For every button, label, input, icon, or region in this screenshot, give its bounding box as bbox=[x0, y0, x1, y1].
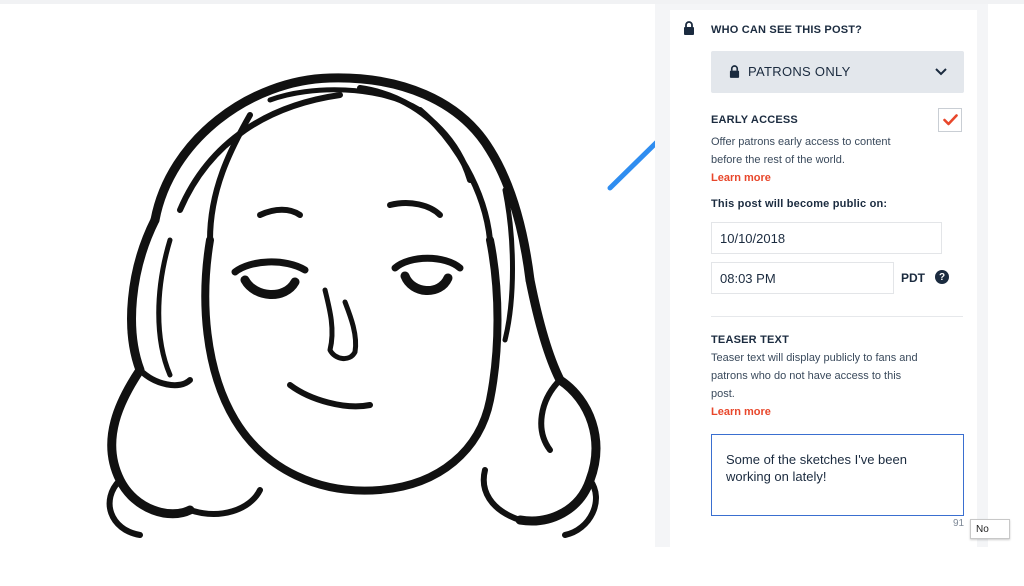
teaser-description-1: Teaser text will display publicly to fan… bbox=[711, 352, 918, 364]
teaser-heading: TEASER TEXT bbox=[711, 334, 789, 346]
character-count: 91 bbox=[953, 518, 965, 529]
tooltip: No bbox=[970, 519, 1010, 539]
teaser-learn-more-link[interactable]: Learn more bbox=[711, 406, 771, 418]
teaser-textarea[interactable]: Some of the sketches I've been working o… bbox=[711, 434, 964, 516]
timezone-label: PDT bbox=[901, 271, 925, 285]
privacy-select-value: PATRONS ONLY bbox=[748, 64, 851, 79]
question-icon[interactable]: ? bbox=[935, 270, 949, 284]
early-access-heading: EARLY ACCESS bbox=[711, 114, 798, 126]
section-divider bbox=[711, 316, 963, 317]
chevron-down-icon[interactable] bbox=[935, 68, 947, 76]
public-on-label: This post will become public on: bbox=[711, 198, 888, 210]
lock-icon bbox=[729, 65, 740, 78]
early-access-description-1: Offer patrons early access to content bbox=[711, 136, 891, 148]
early-access-checkbox[interactable] bbox=[938, 108, 962, 132]
public-time-input[interactable]: 08:03 PM bbox=[711, 262, 894, 294]
public-date-input[interactable]: 10/10/2018 bbox=[711, 222, 942, 254]
sketch-illustration bbox=[106, 73, 601, 538]
early-access-description-2: before the rest of the world. bbox=[711, 154, 845, 166]
teaser-description-2: patrons who do not have access to this bbox=[711, 370, 902, 382]
checkmark-icon bbox=[943, 114, 958, 126]
lock-icon bbox=[684, 21, 694, 35]
early-access-learn-more-link[interactable]: Learn more bbox=[711, 172, 771, 184]
privacy-heading: WHO CAN SEE THIS POST? bbox=[711, 24, 863, 36]
teaser-text-line-1: Some of the sketches I've been bbox=[726, 452, 907, 467]
teaser-text-line-2: working on lately! bbox=[726, 469, 827, 484]
teaser-description-3: post. bbox=[711, 388, 735, 400]
